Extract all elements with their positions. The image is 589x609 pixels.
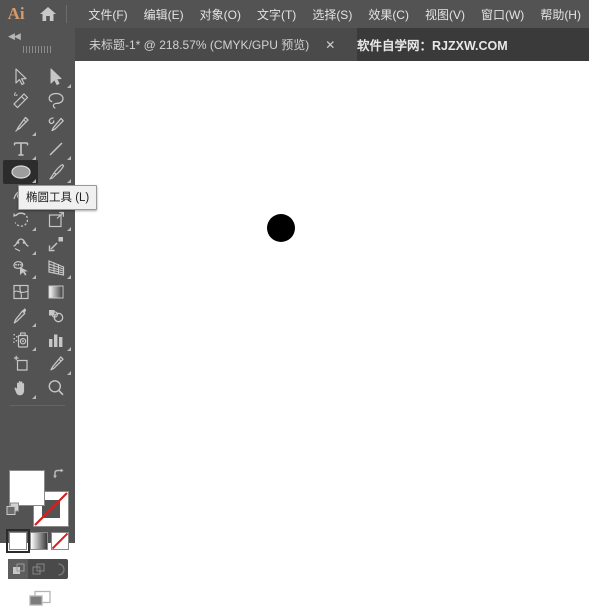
slice-tool[interactable] [38,352,73,376]
fill-swatch[interactable] [9,470,45,506]
close-icon[interactable]: ✕ [323,38,337,52]
menu-effect[interactable]: 效果(C) [360,0,417,28]
tool-group-indicator-icon [32,251,36,255]
menu-divider [66,5,68,23]
mesh-tool[interactable] [3,280,38,304]
magic-wand-tool[interactable] [3,89,38,113]
menu-window[interactable]: 窗口(W) [473,0,532,28]
ellipse-shape[interactable] [267,214,295,242]
color-mode-button[interactable] [6,529,30,553]
menu-select[interactable]: 选择(S) [304,0,360,28]
paintbrush-tool[interactable] [38,160,73,184]
panel-drag-grip[interactable] [23,46,53,53]
change-screen-mode-button[interactable] [25,589,55,609]
tool-group-indicator-icon [67,371,71,375]
tool-group-indicator-icon [67,84,71,88]
column-graph-tool[interactable] [38,328,73,352]
tool-group-indicator-icon [32,179,36,183]
symbol-sprayer-tool[interactable] [3,328,38,352]
curvature-tool[interactable] [38,113,73,137]
scale-tool[interactable] [38,208,73,232]
menu-type[interactable]: 文字(T) [249,0,304,28]
menu-view[interactable]: 视图(V) [417,0,473,28]
blend-tool[interactable] [38,304,73,328]
default-fill-stroke-icon[interactable] [6,502,20,521]
tool-group-indicator-icon [32,347,36,351]
home-icon[interactable] [32,0,64,28]
tool-group-indicator-icon [67,179,71,183]
shape-builder-tool[interactable] [3,256,38,280]
drawing-mode-row [8,559,68,579]
menu-help[interactable]: 帮助(H) [532,0,589,28]
perspective-grid-tool[interactable] [38,256,73,280]
tool-group-indicator-icon [67,227,71,231]
direct-selection-tool[interactable] [38,65,73,89]
menu-item-list: 文件(F) 编辑(E) 对象(O) 文字(T) 选择(S) 效果(C) 视图(V… [80,0,589,28]
width-tool[interactable] [3,232,38,256]
menu-object[interactable]: 对象(O) [192,0,249,28]
free-transform-tool[interactable] [38,232,73,256]
tool-group-indicator-icon [32,227,36,231]
gradient-mode-button[interactable] [30,532,48,550]
draw-behind-button[interactable] [28,559,48,579]
tool-tooltip: 椭圆工具 (L) [18,185,98,210]
hand-tool[interactable] [3,376,38,400]
draw-normal-button[interactable] [8,559,28,579]
ellipse-tool[interactable] [3,160,38,184]
line-segment-tool[interactable] [38,137,73,161]
tool-group-indicator-icon [32,275,36,279]
artboard-canvas[interactable] [75,61,589,543]
lasso-tool[interactable] [38,89,73,113]
illustrator-window: Ai 文件(F) 编辑(E) 对象(O) 文字(T) 选择(S) 效果(C) 视… [0,0,589,606]
swap-fill-stroke-icon[interactable] [52,468,66,487]
tool-group-indicator-icon [67,347,71,351]
menu-file[interactable]: 文件(F) [80,0,135,28]
document-tab[interactable]: 未标题-1* @ 218.57% (CMYK/GPU 预览) ✕ [75,28,357,61]
collapse-panel-icon[interactable]: ◀◀ [8,32,21,41]
document-tab-bar: ◀◀ 未标题-1* @ 218.57% (CMYK/GPU 预览) ✕ 软件自学… [0,28,589,61]
zoom-tool[interactable] [38,376,73,400]
document-tab-title: 未标题-1* @ 218.57% (CMYK/GPU 预览) [89,38,310,52]
eyedropper-tool[interactable] [3,304,38,328]
tool-group-indicator-icon [67,275,71,279]
app-logo: Ai [7,4,25,23]
color-controls [0,406,75,606]
tool-group-indicator-icon [32,323,36,327]
watermark-text: 软件自学网：RJZXW.COM [357,39,508,53]
tools-panel [0,61,76,606]
tool-group-indicator-icon [32,395,36,399]
tool-panel-header: ◀◀ [0,28,75,61]
selection-tool[interactable] [3,65,38,89]
draw-inside-button[interactable] [48,559,68,579]
type-tool[interactable] [3,137,38,161]
menu-edit[interactable]: 编辑(E) [136,0,192,28]
none-mode-button[interactable] [51,532,69,550]
tool-group-indicator-icon [32,132,36,136]
artboard-tool[interactable] [3,352,38,376]
rotate-tool[interactable] [3,208,38,232]
gradient-tool[interactable] [38,280,73,304]
menu-bar: Ai 文件(F) 编辑(E) 对象(O) 文字(T) 选择(S) 效果(C) 视… [0,0,589,28]
color-mode-row [6,529,69,554]
pen-tool[interactable] [3,113,38,137]
